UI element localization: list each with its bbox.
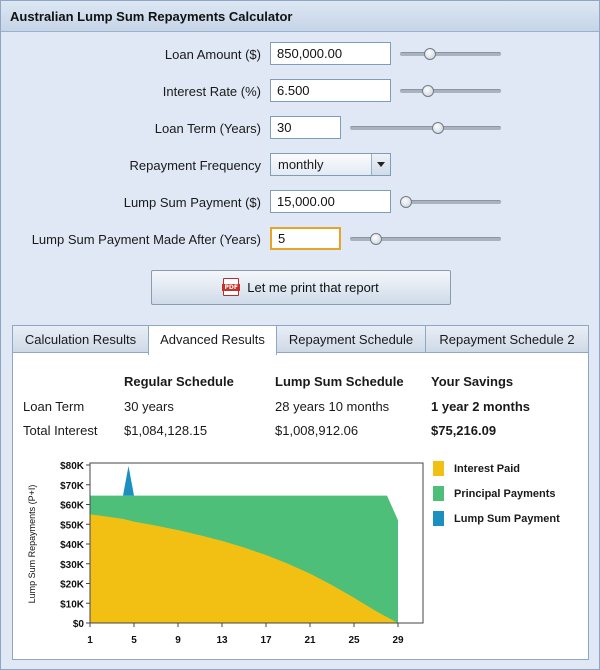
legend-swatch-interest [433,461,444,476]
lump-after-row: Lump Sum Payment Made After (Years) [1,227,599,253]
y-tick-label: $70K [60,481,85,492]
x-tick-label: 9 [175,635,181,646]
slider-thumb[interactable] [424,48,437,60]
y-tick-label: $30K [60,560,85,571]
slider-thumb[interactable] [422,85,435,97]
lump-after-input[interactable] [270,227,341,250]
legend-swatch-lump [433,511,444,526]
y-tick-label: $20K [60,580,85,591]
x-tick-label: 13 [216,635,228,646]
legend-swatch-principal [433,486,444,501]
x-tick-label: 1 [87,635,93,646]
y-tick-label: $50K [60,520,85,531]
interest-rate-input[interactable] [270,79,391,102]
frequency-select[interactable]: monthly [270,153,391,176]
print-report-label: Let me print that report [247,280,379,295]
loan-term-slider[interactable] [350,120,501,136]
loan-amount-label: Loan Amount ($) [164,47,261,62]
chevron-down-icon[interactable] [371,154,390,175]
y-tick-label: $80K [60,461,85,472]
y-tick-label: $10K [60,599,85,610]
loan-amount-input[interactable] [270,42,391,65]
x-tick-label: 21 [304,635,316,646]
print-report-button[interactable]: Let me print that report [151,270,451,305]
legend-label-interest: Interest Paid [454,463,521,475]
frequency-label: Repayment Frequency [129,158,261,173]
lump-sum-spike [123,465,134,496]
loan-amount-row: Loan Amount ($) [1,42,599,68]
slider-thumb[interactable] [400,196,413,208]
loan-term-row: Loan Term (Years) [1,116,599,142]
y-axis-label: Lump Sum Repayments (P+I) [27,485,37,604]
x-tick-label: 25 [348,635,360,646]
tab-calculation-results[interactable]: Calculation Results [12,325,149,353]
slider-track [400,200,501,204]
slider-track [400,52,501,56]
pdf-icon [222,278,241,296]
lump-sum-input[interactable] [270,190,391,213]
interest-rate-slider[interactable] [400,83,501,99]
slider-thumb[interactable] [369,233,382,245]
loan-term-label: Loan Term (Years) [154,121,261,136]
loan-amount-slider[interactable] [400,46,501,62]
y-tick-label: $40K [60,540,85,551]
calculator-window: Australian Lump Sum Repayments Calculato… [0,0,600,670]
lump-after-label: Lump Sum Payment Made After (Years) [31,232,261,247]
tab-advanced-results[interactable]: Advanced Results [148,325,277,355]
window-title: Australian Lump Sum Repayments Calculato… [1,1,599,32]
frequency-value: monthly [278,157,324,172]
interest-rate-label: Interest Rate (%) [162,84,261,99]
x-tick-label: 17 [260,635,272,646]
lump-sum-slider[interactable] [400,194,501,210]
frequency-row: Repayment Frequency monthly [1,153,599,179]
repayments-chart: $0 $10K $20K $30K $40K $50K $60K $70K $80K 1 5 9 13 1… [27,461,424,646]
y-tick-label: $60K [60,501,85,512]
lump-sum-label: Lump Sum Payment ($) [123,195,261,210]
legend-label-principal: Principal Payments [454,488,556,500]
slider-track [350,126,501,130]
x-tick-label: 29 [392,635,404,646]
loan-term-input[interactable] [270,116,341,139]
results-tabs: Calculation Results Advanced Results Rep… [12,325,589,355]
legend-label-lump: Lump Sum Payment [454,513,560,525]
lump-after-slider[interactable] [350,231,501,247]
tab-repayment-schedule[interactable]: Repayment Schedule [276,325,426,353]
tab-repayment-schedule-2[interactable]: Repayment Schedule 2 [425,325,589,353]
advanced-results-panel: Regular Schedule Lump Sum Schedule Your … [12,352,589,660]
y-tick-label: $0 [73,619,85,630]
slider-track [400,89,501,93]
slider-thumb[interactable] [431,122,444,134]
lump-sum-row: Lump Sum Payment ($) [1,190,599,216]
interest-rate-row: Interest Rate (%) [1,79,599,105]
x-tick-label: 5 [131,635,137,646]
